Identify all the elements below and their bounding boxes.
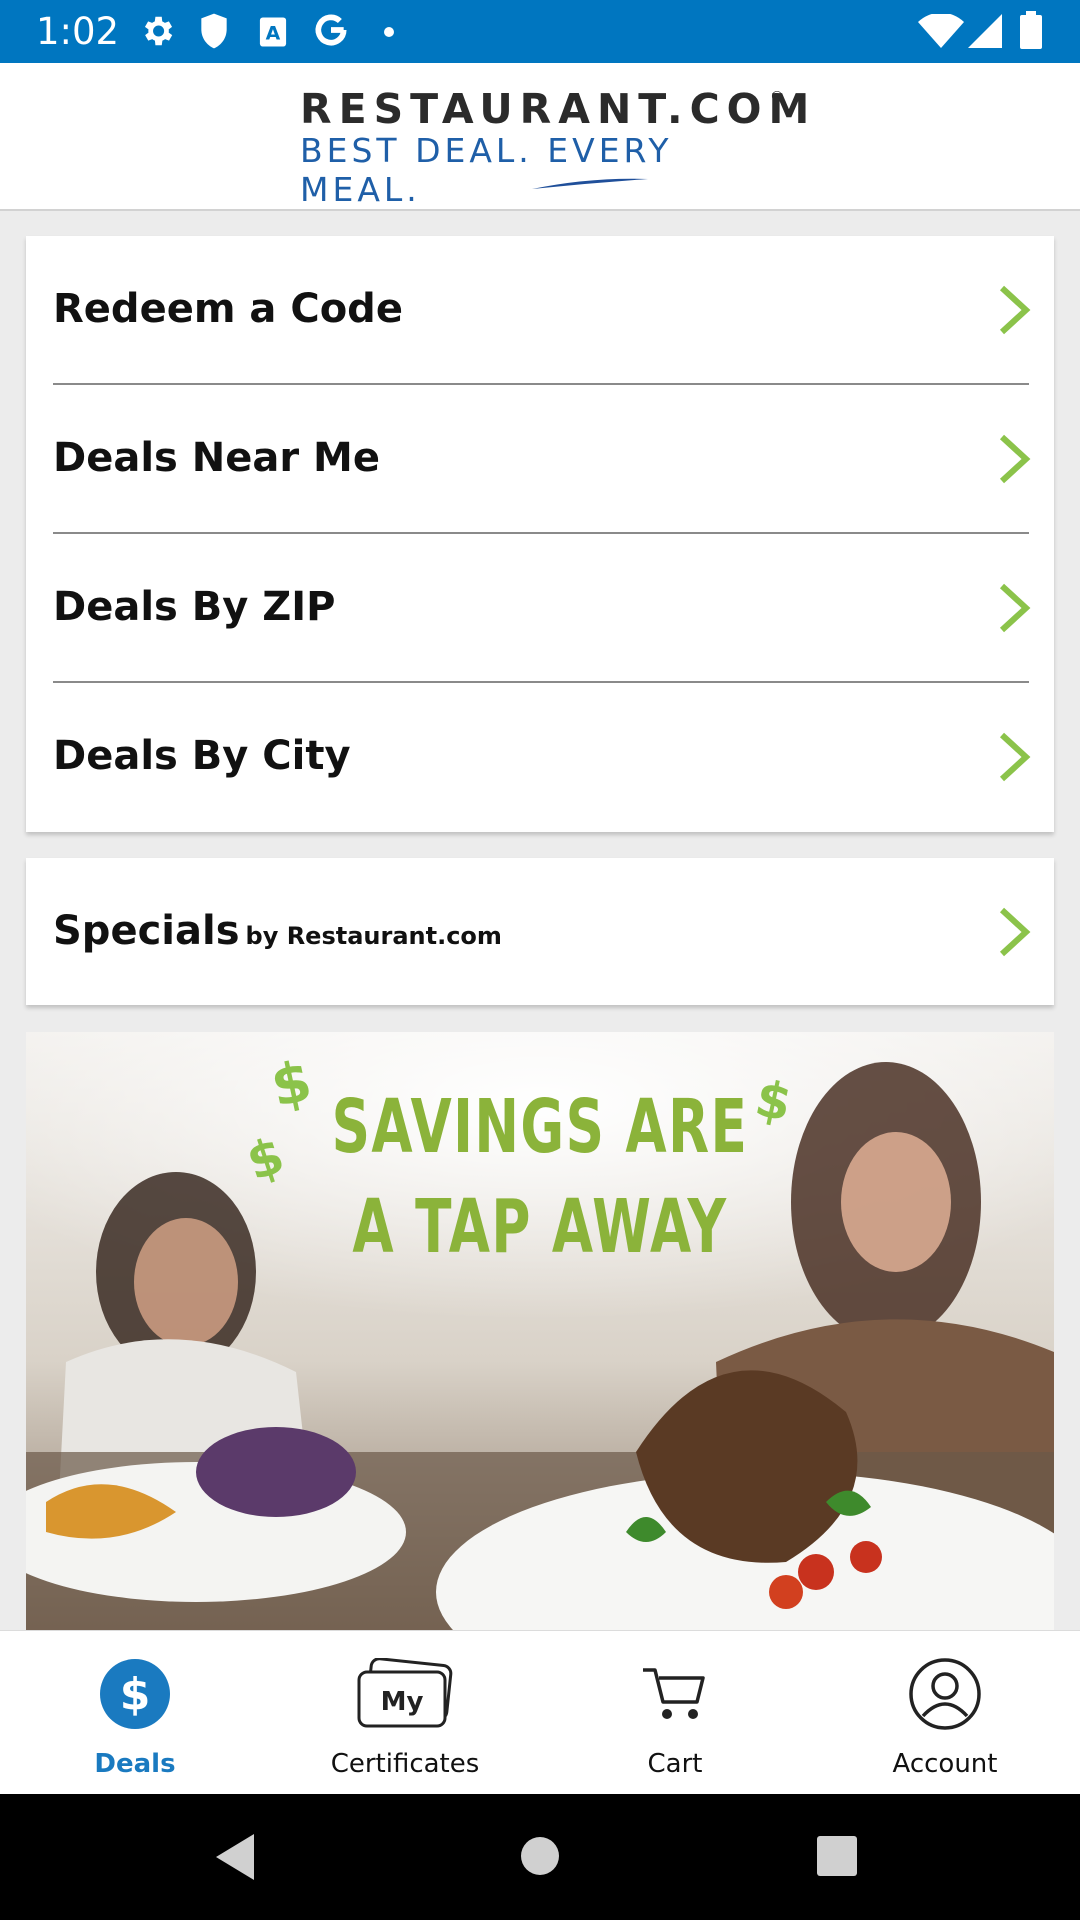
chevron-right-icon (999, 434, 1031, 484)
tab-deals[interactable]: $ Deals (0, 1631, 270, 1795)
menu-item-deals-near-me[interactable]: Deals Near Me (26, 385, 1054, 534)
logo-swoosh-icon (532, 178, 648, 189)
signal-icon (968, 14, 1002, 53)
bottom-navigation: $ Deals My Certificates Cart Account (0, 1630, 1080, 1794)
menu-item-deals-by-zip[interactable]: Deals By ZIP (26, 534, 1054, 683)
chevron-right-icon (999, 285, 1031, 335)
svg-text:$: $ (120, 1669, 151, 1720)
specials-sublabel: by Restaurant.com (245, 922, 502, 950)
dollar-circle-icon: $ (100, 1659, 170, 1729)
menu-item-deals-by-city[interactable]: Deals By City (26, 683, 1054, 832)
tab-certificates[interactable]: My Certificates (270, 1631, 540, 1795)
logo-trademark: ® (770, 89, 784, 105)
chevron-right-icon (999, 583, 1031, 633)
status-bar: 1:02 A (0, 0, 1080, 63)
recents-icon[interactable] (817, 1836, 857, 1876)
system-navigation-bar (0, 1794, 1080, 1920)
wifi-icon (918, 12, 964, 53)
certificates-badge-text: My (381, 1687, 424, 1717)
menu-item-label: Deals By City (53, 733, 351, 779)
settings-gear-icon (138, 12, 176, 55)
menu-item-label: Redeem a Code (53, 286, 403, 332)
specials-card[interactable]: Specials by Restaurant.com (26, 858, 1054, 1005)
font-a-icon: A (258, 16, 288, 53)
home-icon[interactable] (520, 1836, 560, 1876)
cart-icon (643, 1668, 705, 1719)
svg-text:A: A (266, 22, 281, 44)
tab-label: Deals (94, 1749, 176, 1779)
chevron-right-icon (999, 907, 1031, 957)
my-certificates-icon: My (357, 1658, 453, 1728)
status-time: 1:02 (36, 10, 120, 53)
tab-cart[interactable]: Cart (540, 1631, 810, 1795)
logo-wordmark: RESTAURANT.COM (300, 85, 817, 133)
deals-menu-card: Redeem a Code Deals Near Me Deals By ZIP… (26, 236, 1054, 832)
account-icon (909, 1658, 981, 1730)
chevron-right-icon (999, 732, 1031, 782)
tab-label: Certificates (330, 1749, 480, 1779)
battery-icon (1020, 11, 1042, 54)
menu-item-label: Deals By ZIP (53, 584, 336, 630)
logo-tagline: BEST DEAL. EVERY MEAL. (300, 131, 673, 209)
tab-label: Cart (647, 1749, 703, 1779)
specials-title: Specials (53, 908, 240, 954)
promo-banner[interactable]: SAVINGS ARE A TAP AWAY $ $ $ (26, 1032, 1054, 1630)
tab-account[interactable]: Account (810, 1631, 1080, 1795)
restaurant-com-logo[interactable]: RESTAURANT.COM ® BEST DEAL. EVERY MEAL. (290, 85, 809, 209)
google-g-icon (312, 10, 350, 55)
specials-label: Specials by Restaurant.com (53, 908, 502, 954)
dot-icon (383, 25, 395, 43)
tab-label: Account (892, 1749, 998, 1779)
menu-item-label: Deals Near Me (53, 435, 380, 481)
menu-item-redeem-code[interactable]: Redeem a Code (26, 236, 1054, 385)
app-header: RESTAURANT.COM ® BEST DEAL. EVERY MEAL. (0, 63, 1080, 211)
banner-headline-line2: A TAP AWAY (352, 1184, 728, 1270)
back-icon[interactable] (214, 1832, 258, 1882)
shield-icon (198, 12, 230, 55)
